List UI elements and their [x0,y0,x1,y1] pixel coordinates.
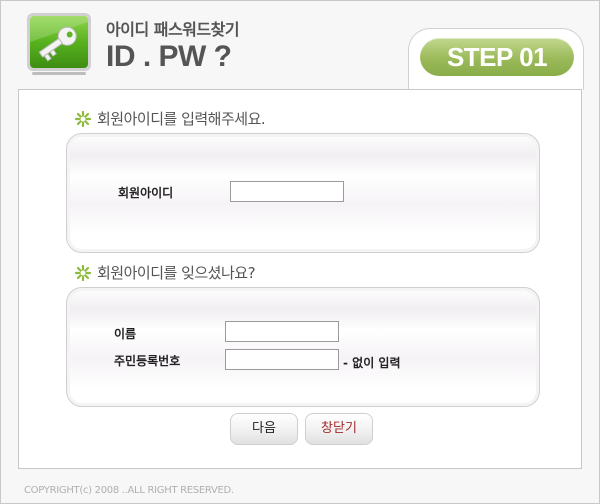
forgot-id-form-box [66,287,540,407]
section-title-forgot-id: 회원아이디를 잊으셨나요? [74,262,256,283]
page-subtitle: 아이디 패스워드찾기 [106,20,240,39]
flower-icon [74,264,92,282]
name-label: 이름 [114,327,137,341]
section-title-text: 회원아이디를 잊으셨나요? [97,264,256,282]
member-id-input[interactable] [230,181,344,202]
close-window-button[interactable]: 창닫기 [305,413,373,445]
ssn-input[interactable] [225,349,339,370]
section-title-enter-id: 회원아이디를 입력해주세요. [74,108,266,129]
flower-icon [74,110,92,128]
ssn-hint: - 없이 입력 [343,356,401,370]
page-title: ID . PW ? [106,40,232,73]
next-button[interactable]: 다음 [230,413,298,445]
ssn-label: 주민등록번호 [114,354,181,368]
key-icon [26,12,92,76]
section-title-text: 회원아이디를 입력해주세요. [97,110,266,128]
copyright-footer: COPYRIGHT(c) 2008 ..ALL RIGHT RESERVED. [24,485,234,496]
name-input[interactable] [225,321,339,342]
step-badge: STEP 01 [420,38,574,76]
member-id-label: 회원아이디 [118,186,174,200]
